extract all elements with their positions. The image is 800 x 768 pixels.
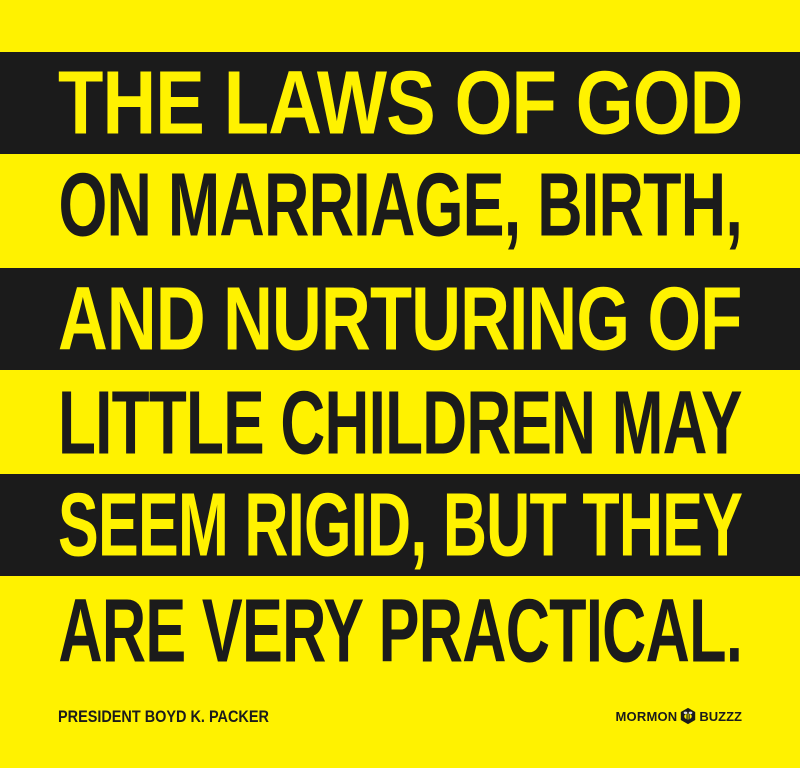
quote-line-5: SEEM RIGID, BUT THEY (57, 474, 743, 576)
quote-band-3: AND NURTURING OF (0, 268, 800, 370)
quote-poster: THE LAWS OF GOD ON MARRIAGE, BIRTH, AND … (0, 0, 800, 768)
bee-hexagon-icon (681, 707, 696, 725)
quote-line-1: THE LAWS OF GOD (57, 52, 743, 154)
footer: PRESIDENT BOYD K. PACKER MORMON BUZZZ (0, 683, 800, 753)
quote-band-1: THE LAWS OF GOD (0, 52, 800, 154)
logo-text-mormon: MORMON (615, 708, 678, 724)
quote-band-4: LITTLE CHILDREN MAY (0, 372, 800, 474)
quote-line-3: AND NURTURING OF (58, 268, 742, 370)
attribution-text: PRESIDENT BOYD K. PACKER (58, 707, 269, 726)
quote-line-2: ON MARRIAGE, BIRTH, (58, 154, 742, 256)
mormon-buzzz-logo: MORMON BUZZZ (616, 707, 742, 725)
quote-band-6: ARE VERY PRACTICAL. (0, 580, 800, 682)
logo-text-buzzz: BUZZZ (699, 708, 742, 724)
quote-band-2: ON MARRIAGE, BIRTH, (0, 154, 800, 256)
quote-line-4: LITTLE CHILDREN MAY (58, 372, 743, 474)
quote-band-5: SEEM RIGID, BUT THEY (0, 474, 800, 576)
quote-line-6: ARE VERY PRACTICAL. (58, 580, 742, 682)
